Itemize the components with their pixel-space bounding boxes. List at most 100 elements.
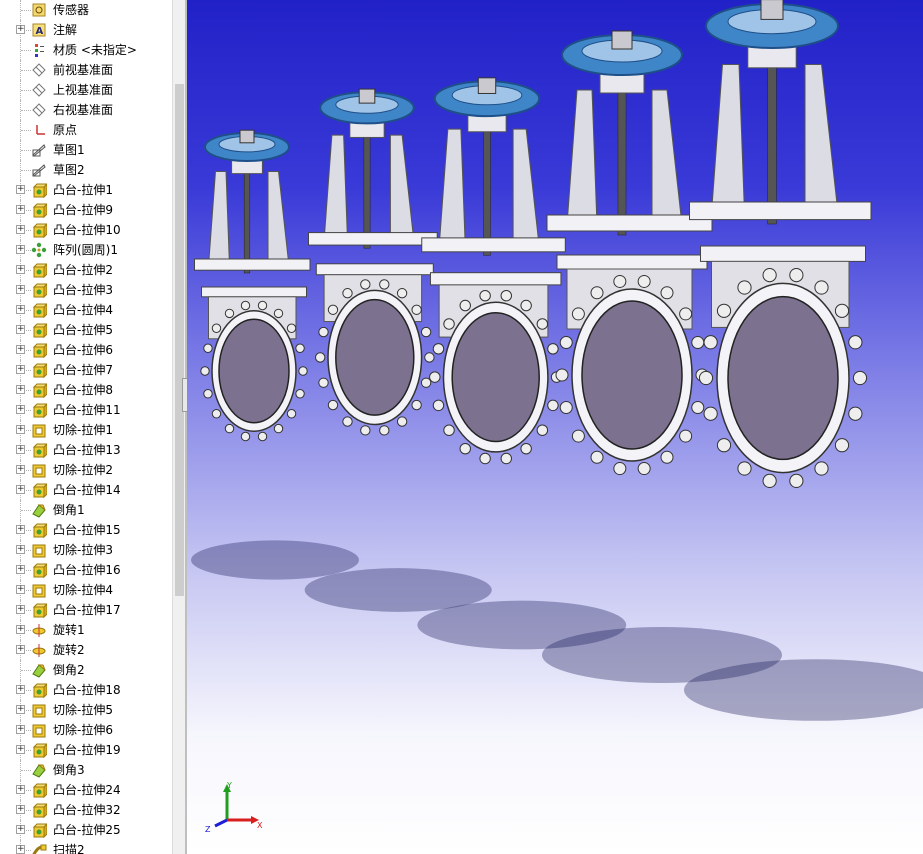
expand-toggle-icon[interactable]: +: [16, 585, 25, 594]
tree-item[interactable]: + 切除-拉伸6: [0, 720, 172, 740]
tree-item[interactable]: + A 注解: [0, 20, 172, 40]
expand-toggle-icon[interactable]: +: [16, 325, 25, 334]
sweep-icon: [32, 844, 47, 854]
tree-item[interactable]: + 凸台-拉伸8: [0, 380, 172, 400]
tree-item[interactable]: + 切除-拉伸4: [0, 580, 172, 600]
expand-toggle-icon[interactable]: +: [16, 405, 25, 414]
plane-icon: [32, 83, 46, 97]
expand-toggle-icon[interactable]: +: [16, 845, 25, 854]
expand-toggle-icon[interactable]: +: [16, 225, 25, 234]
flange-bolt: [459, 299, 471, 312]
expand-toggle-icon[interactable]: +: [16, 445, 25, 454]
expand-toggle-icon[interactable]: +: [16, 365, 25, 374]
tree-item-label: 注解: [53, 23, 78, 37]
tree-item[interactable]: + 切除-拉伸5: [0, 700, 172, 720]
boss-extrude-icon: [32, 743, 47, 758]
expand-toggle-icon[interactable]: +: [16, 245, 25, 254]
tree-item[interactable]: + 凸台-拉伸18: [0, 680, 172, 700]
tree-item-label: 凸台-拉伸19: [53, 743, 121, 757]
graphics-viewport[interactable]: Y X Z: [187, 0, 923, 854]
expand-toggle-icon[interactable]: +: [16, 205, 25, 214]
expand-toggle-icon[interactable]: +: [16, 645, 25, 654]
revolve-icon: [32, 624, 46, 637]
tree-item[interactable]: + 切除-拉伸3: [0, 540, 172, 560]
expand-toggle-icon[interactable]: +: [16, 805, 25, 814]
tree-item-label: 凸台-拉伸11: [53, 403, 121, 417]
flange-bolt: [286, 409, 297, 419]
flange-bolt: [203, 389, 213, 399]
tree-item-label: 凸台-拉伸1: [53, 183, 113, 197]
flange-bolt: [240, 300, 251, 311]
tree-item[interactable]: + 凸台-拉伸24: [0, 780, 172, 800]
flange-bolt: [420, 326, 432, 338]
tree-item[interactable]: 倒角3: [0, 760, 172, 780]
tree-item[interactable]: 倒角1: [0, 500, 172, 520]
tree-item[interactable]: + 旋转2: [0, 640, 172, 660]
tree-item[interactable]: + 旋转1: [0, 620, 172, 640]
tree-item[interactable]: + 阵列(圆周)1: [0, 240, 172, 260]
tree-item[interactable]: + 凸台-拉伸7: [0, 360, 172, 380]
expand-toggle-icon[interactable]: +: [16, 25, 25, 34]
expand-toggle-icon[interactable]: +: [16, 425, 25, 434]
tree-item[interactable]: 倒角2: [0, 660, 172, 680]
expand-toggle-icon[interactable]: +: [16, 485, 25, 494]
tree-item[interactable]: + 凸台-拉伸5: [0, 320, 172, 340]
tree-item[interactable]: 上视基准面: [0, 80, 172, 100]
expand-toggle-icon[interactable]: +: [16, 545, 25, 554]
tree-branch-line: [21, 150, 31, 151]
tree-item[interactable]: 右视基准面: [0, 100, 172, 120]
tree-item[interactable]: + 凸台-拉伸19: [0, 740, 172, 760]
expand-toggle-icon[interactable]: +: [16, 745, 25, 754]
tree-item[interactable]: + 凸台-拉伸4: [0, 300, 172, 320]
expand-toggle-icon[interactable]: +: [16, 625, 25, 634]
tree-item[interactable]: 原点: [0, 120, 172, 140]
flange-bolt: [295, 343, 305, 353]
tree-item[interactable]: + 凸台-拉伸13: [0, 440, 172, 460]
expand-toggle-icon[interactable]: +: [16, 705, 25, 714]
tree-item[interactable]: + 切除-拉伸1: [0, 420, 172, 440]
tree-item[interactable]: + 凸台-拉伸6: [0, 340, 172, 360]
tree-item[interactable]: + 凸台-拉伸2: [0, 260, 172, 280]
expand-toggle-icon[interactable]: +: [16, 285, 25, 294]
tree-item[interactable]: 前视基准面: [0, 60, 172, 80]
tree-item[interactable]: 草图2: [0, 160, 172, 180]
tree-item[interactable]: + 凸台-拉伸10: [0, 220, 172, 240]
chamfer-icon: [32, 664, 46, 678]
expand-toggle-icon[interactable]: +: [16, 685, 25, 694]
expand-toggle-icon[interactable]: +: [16, 465, 25, 474]
tree-item[interactable]: 草图1: [0, 140, 172, 160]
tree-item[interactable]: + 扫描2: [0, 840, 172, 854]
tree-item[interactable]: 传感器: [0, 0, 172, 20]
tree-item[interactable]: + 凸台-拉伸11: [0, 400, 172, 420]
tree-item[interactable]: + 切除-拉伸2: [0, 460, 172, 480]
boss-extrude-icon: [32, 223, 47, 238]
expand-toggle-icon[interactable]: +: [16, 345, 25, 354]
yoke-post: [710, 64, 746, 214]
expand-toggle-icon[interactable]: +: [16, 565, 25, 574]
tree-scrollbar[interactable]: [172, 0, 186, 854]
tree-item[interactable]: + 凸台-拉伸15: [0, 520, 172, 540]
expand-toggle-icon[interactable]: +: [16, 725, 25, 734]
expand-toggle-icon[interactable]: +: [16, 785, 25, 794]
tree-item[interactable]: + 凸台-拉伸32: [0, 800, 172, 820]
expand-toggle-icon[interactable]: +: [16, 185, 25, 194]
tree-item[interactable]: 材质 <未指定>: [0, 40, 172, 60]
expand-toggle-icon[interactable]: +: [16, 305, 25, 314]
tree-item[interactable]: + 凸台-拉伸9: [0, 200, 172, 220]
expand-toggle-icon[interactable]: +: [16, 525, 25, 534]
tree-scrollbar-thumb[interactable]: [175, 84, 184, 596]
expand-toggle-icon[interactable]: +: [16, 265, 25, 274]
tree-item[interactable]: + 凸台-拉伸16: [0, 560, 172, 580]
expand-toggle-icon[interactable]: +: [16, 605, 25, 614]
tree-item[interactable]: + 凸台-拉伸25: [0, 820, 172, 840]
tree-item-label: 切除-拉伸1: [53, 423, 113, 437]
tree-item[interactable]: + 凸台-拉伸1: [0, 180, 172, 200]
expand-toggle-icon[interactable]: +: [16, 385, 25, 394]
axis-y-label: Y: [226, 781, 232, 790]
tree-item[interactable]: + 凸台-拉伸17: [0, 600, 172, 620]
tree-item[interactable]: + 凸台-拉伸3: [0, 280, 172, 300]
sketch-icon: [32, 144, 46, 157]
tree-item-label: 旋转1: [53, 623, 85, 637]
expand-toggle-icon[interactable]: +: [16, 825, 25, 834]
tree-item[interactable]: + 凸台-拉伸14: [0, 480, 172, 500]
